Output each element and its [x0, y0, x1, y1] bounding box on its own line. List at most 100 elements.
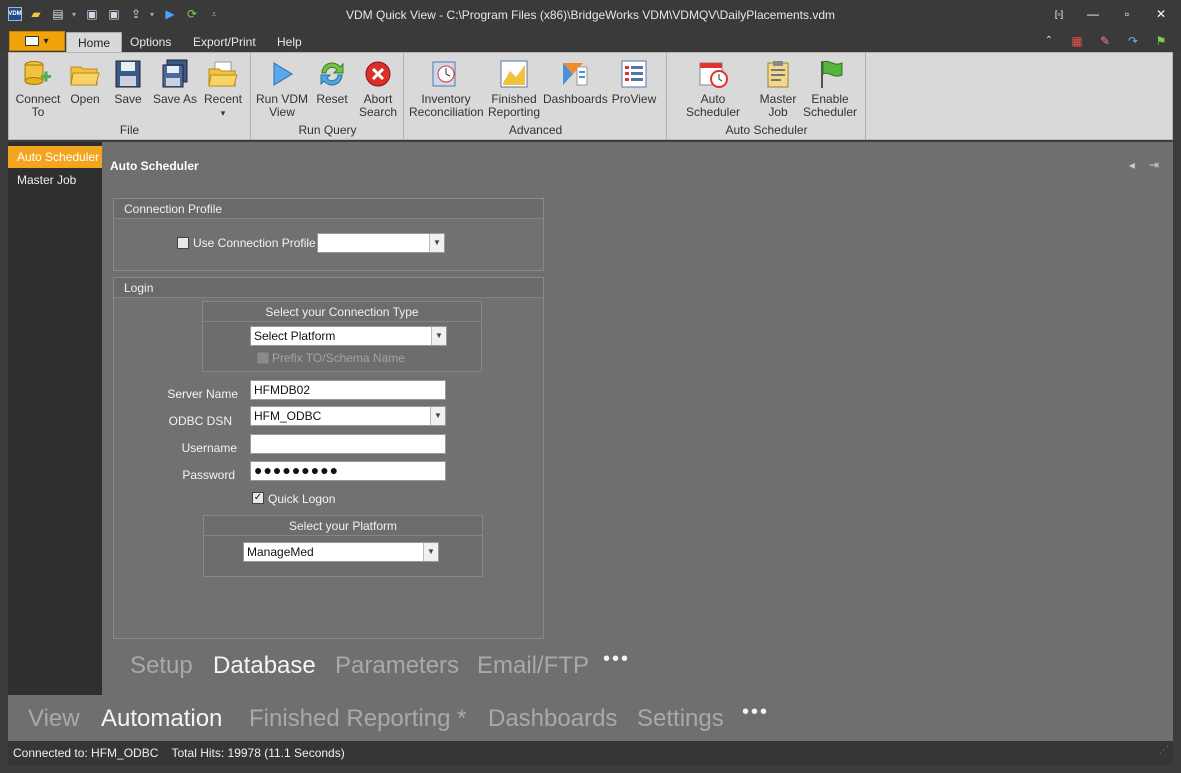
ribbon: Connect To Open Save Save As Recent ▾ Fi… [8, 52, 1173, 140]
ribbon-group-auto-scheduler: Auto Scheduler Master Job Enable Schedul… [668, 53, 866, 139]
prefix-schema-label: Prefix TO/Schema Name [272, 351, 405, 365]
window-title: VDM Quick View - C:\Program Files (x86)\… [346, 8, 835, 22]
minimize-icon[interactable]: — [1085, 6, 1101, 22]
tab-help[interactable]: Help [266, 32, 313, 52]
save-as-label: Save As [152, 92, 198, 106]
dashboard-icon [563, 63, 588, 86]
flag-icon[interactable]: ⚑ [1153, 33, 1169, 49]
prefix-schema-checkbox[interactable] [257, 352, 269, 364]
quick-logon-checkbox[interactable]: ✓ [252, 492, 264, 504]
chevron-down-icon: ▾ [43, 35, 49, 47]
finished-reporting-button[interactable]: Finished Reporting [487, 59, 541, 119]
ribbon-tab-row: ▾ Home Options Export/Print Help ⌃ ▦ ✎ ↷… [0, 30, 1181, 52]
save-as-icon [162, 59, 188, 88]
maximize-icon[interactable]: ▫ [1119, 6, 1135, 22]
auto-scheduler-label: Auto Scheduler [685, 92, 741, 119]
bottom-tab-finished-reporting[interactable]: Finished Reporting * [249, 705, 466, 733]
tab-home[interactable]: Home [66, 32, 123, 52]
open-button[interactable]: Open [65, 59, 105, 106]
resize-grip-icon[interactable]: ⋰ [1159, 739, 1169, 763]
redo-icon[interactable]: ↷ [1125, 33, 1141, 49]
recent-button[interactable]: Recent ▾ [201, 59, 245, 120]
eraser-icon[interactable]: ✎ [1097, 33, 1113, 49]
connection-profile-select[interactable]: ▼ [317, 233, 445, 253]
bottom-tab-automation[interactable]: Automation [101, 705, 222, 733]
subtab-parameters[interactable]: Parameters [335, 652, 459, 680]
platform-header: Select your Platform [204, 516, 482, 536]
folder-icon [70, 66, 100, 86]
recent-dropdown-icon: ▾ [220, 108, 226, 118]
subtab-database[interactable]: Database [213, 652, 316, 680]
enable-scheduler-button[interactable]: Enable Scheduler [802, 59, 858, 119]
restore-icon[interactable]: [▫] [1051, 6, 1067, 22]
calendar-icon[interactable]: ▦ [1069, 33, 1085, 49]
chevron-down-icon[interactable]: ▼ [431, 327, 446, 345]
chevron-down-icon[interactable]: ▼ [429, 234, 444, 252]
chevron-down-icon[interactable]: ▼ [423, 543, 438, 561]
platform-select[interactable]: ManageMed ▼ [243, 542, 439, 562]
collapse-ribbon-icon[interactable]: ⌃ [1041, 33, 1057, 49]
abort-x-icon [365, 61, 391, 87]
bottom-tab-more-icon[interactable]: ••• [742, 701, 769, 724]
main-panel: Auto Scheduler ◂ ⇥ Connection Profile Us… [102, 142, 1173, 695]
password-input[interactable]: ●●●●●●●●● [250, 461, 446, 481]
subtab-more-icon[interactable]: ••• [603, 648, 630, 671]
save-button[interactable]: Save [109, 59, 147, 106]
nav-item-master-job[interactable]: Master Job [8, 169, 102, 191]
dashboards-button[interactable]: Dashboards [543, 59, 608, 106]
use-connection-profile-checkbox[interactable] [177, 237, 189, 249]
ribbon-group-title: Auto Scheduler [725, 123, 808, 137]
close-icon[interactable]: ✕ [1153, 6, 1169, 22]
subtab-email-ftp[interactable]: Email/FTP [477, 652, 589, 680]
play-icon [273, 62, 293, 86]
tab-options[interactable]: Options [119, 32, 182, 52]
run-vdm-view-label: Run VDM View [256, 92, 309, 119]
floppy-save-icon [115, 60, 141, 88]
auto-scheduler-button[interactable]: Auto Scheduler [674, 59, 752, 119]
odbc-dsn-select[interactable]: HFM_ODBC ▼ [250, 406, 446, 426]
dock-panel-icon[interactable]: ⇥ [1149, 158, 1159, 172]
master-job-button[interactable]: Master Job [756, 59, 800, 119]
clipboard-icon [767, 61, 789, 88]
subtab-setup[interactable]: Setup [130, 652, 193, 680]
chevron-down-icon[interactable]: ▼ [430, 407, 445, 425]
ribbon-group-advanced: Inventory Reconciliation Finished Report… [405, 53, 667, 139]
server-name-input[interactable]: HFMDB02 [250, 380, 446, 400]
platform-value: ManageMed [247, 545, 314, 559]
status-bar: Connected to: HFM_ODBC Total Hits: 19978… [8, 741, 1173, 765]
report-chart-icon [500, 60, 528, 88]
inventory-reconciliation-label: Inventory Reconciliation [409, 92, 484, 119]
proview-label: ProView [611, 92, 657, 106]
reset-button[interactable]: Reset [310, 59, 354, 106]
tab-export-print[interactable]: Export/Print [182, 32, 267, 52]
save-as-button[interactable]: Save As [151, 59, 199, 106]
connection-platform-value: Select Platform [254, 329, 336, 343]
run-vdm-view-button[interactable]: Run VDM View [256, 59, 308, 119]
status-text: Connected to: HFM_ODBC Total Hits: 19978… [13, 746, 345, 760]
inventory-icon [432, 61, 456, 87]
connection-platform-select[interactable]: Select Platform ▼ [250, 326, 447, 346]
ribbon-group-title: Advanced [508, 123, 563, 137]
enable-scheduler-label: Enable Scheduler [802, 92, 858, 119]
recent-label: Recent [203, 92, 243, 106]
window-controls: [▫] — ▫ ✕ [1051, 6, 1169, 22]
panel-controls: ◂ ⇥ [1129, 158, 1159, 172]
proview-button[interactable]: ProView [609, 59, 659, 106]
collapse-left-icon[interactable]: ◂ [1129, 158, 1135, 172]
app-menu-icon [25, 36, 40, 46]
abort-search-button[interactable]: Abort Search [356, 59, 400, 119]
finished-reporting-label: Finished Reporting [487, 92, 541, 119]
reset-label: Reset [316, 92, 348, 106]
dashboards-label: Dashboards [543, 92, 608, 106]
bottom-tab-settings[interactable]: Settings [637, 705, 724, 733]
login-group: Login Select your Connection Type Select… [113, 277, 544, 639]
application-menu-button[interactable]: ▾ [9, 31, 65, 51]
connect-to-button[interactable]: Connect To [13, 59, 63, 119]
login-header: Login [114, 278, 543, 298]
connection-type-box: Select your Connection Type Select Platf… [202, 301, 482, 372]
nav-item-auto-scheduler[interactable]: Auto Scheduler [8, 146, 109, 168]
bottom-tab-view[interactable]: View [28, 705, 80, 733]
inventory-reconciliation-button[interactable]: Inventory Reconciliation [409, 59, 484, 119]
username-input[interactable] [250, 434, 446, 454]
bottom-tab-dashboards[interactable]: Dashboards [488, 705, 617, 733]
